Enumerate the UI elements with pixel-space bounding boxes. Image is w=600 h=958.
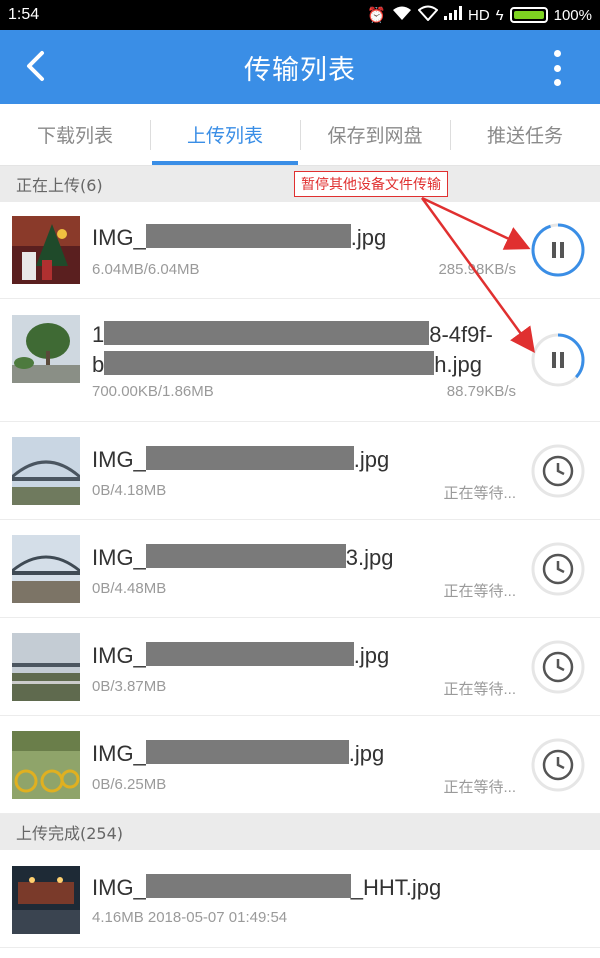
- upload-item[interactable]: IMG_ .jpg 0B/4.18MB 正在等待...: [0, 422, 600, 520]
- queued-button[interactable]: [530, 639, 586, 695]
- wifi-icon: [392, 5, 412, 25]
- file-name: IMG_ .jpg: [92, 642, 389, 669]
- redacted-text: [104, 321, 430, 345]
- file-name-start: IMG_: [92, 447, 146, 472]
- clock-icon: [531, 542, 585, 596]
- back-button[interactable]: [18, 46, 58, 86]
- app-bar: 传输列表: [0, 30, 600, 104]
- file-name-middle: 8-4f9f-: [429, 322, 493, 347]
- clock-icon: [531, 738, 585, 792]
- tab-save-to-cloud[interactable]: 保存到网盘: [300, 104, 450, 165]
- queued-button[interactable]: [530, 541, 586, 597]
- file-name-end: .jpg: [353, 447, 390, 472]
- file-size: 0B/6.25MB: [92, 776, 167, 793]
- file-name-start: IMG_: [92, 545, 146, 570]
- queued-button[interactable]: [530, 443, 586, 499]
- completed-item[interactable]: IMG_ _HHT.jpg 4.16MB 2018-05-07 01:49:54: [0, 850, 600, 948]
- transfer-speed: 285.98KB/s: [438, 261, 516, 278]
- charging-icon: ϟ: [495, 6, 504, 24]
- redacted-text: [145, 874, 351, 898]
- redacted-text: [104, 351, 435, 375]
- photo-thumbnail: [12, 535, 80, 603]
- upload-item[interactable]: 1 8-4f9f- b h.jpg 700.00KB/1.86MB 88.79KB/…: [0, 299, 600, 422]
- photo-thumbnail: [12, 866, 80, 934]
- file-name: IMG_ .jpg: [92, 224, 386, 251]
- file-name-line-2: b h.jpg: [92, 351, 482, 378]
- alarm-icon: ⏰: [367, 7, 386, 24]
- clock-icon: [531, 640, 585, 694]
- redacted-text: [145, 642, 354, 666]
- file-name-end: .jpg: [353, 643, 390, 668]
- file-name-end: _HHT.jpg: [350, 875, 442, 900]
- file-name-start: IMG_: [92, 875, 146, 900]
- more-dot-icon: [554, 50, 561, 57]
- file-size: 700.00KB/1.86MB: [92, 383, 214, 400]
- file-name-end: .jpg: [350, 225, 387, 250]
- photo-thumbnail: [12, 731, 80, 799]
- more-dot-icon: [554, 64, 561, 72]
- annotation-label: 暂停其他设备文件传输: [294, 171, 448, 197]
- transfer-status: 正在等待...: [443, 583, 516, 600]
- file-name-start: IMG_: [92, 225, 146, 250]
- status-time: 1:54: [8, 6, 40, 23]
- more-menu-button[interactable]: [554, 50, 564, 86]
- tab-upload-list[interactable]: 上传列表: [150, 104, 300, 165]
- pause-icon: [531, 223, 585, 277]
- file-name: 1 8-4f9f-: [92, 321, 493, 348]
- upload-item[interactable]: IMG_ .jpg 0B/6.25MB 正在等待...: [0, 716, 600, 814]
- file-size-and-date: 4.16MB 2018-05-07 01:49:54: [92, 909, 288, 926]
- upload-item[interactable]: IMG_ .jpg 0B/3.87MB 正在等待...: [0, 618, 600, 716]
- battery-icon: [509, 7, 548, 23]
- photo-thumbnail: [12, 315, 80, 383]
- transfer-speed: 88.79KB/s: [446, 383, 516, 400]
- file-size: 0B/3.87MB: [92, 678, 167, 695]
- network-type-label: HD: [468, 6, 490, 24]
- photo-thumbnail: [12, 437, 80, 505]
- file-name-end: h.jpg: [434, 352, 482, 377]
- file-name-line-2-start: b: [92, 352, 105, 377]
- file-size: 0B/4.18MB: [92, 482, 167, 499]
- tab-push-tasks[interactable]: 推送任务: [450, 104, 600, 165]
- file-name: IMG_ _HHT.jpg: [92, 874, 441, 901]
- file-name-end: .jpg: [348, 741, 385, 766]
- completed-section-header: 上传完成(254): [0, 814, 600, 850]
- transfer-status: 正在等待...: [443, 681, 516, 698]
- redacted-text: [145, 544, 346, 568]
- transfer-status: 正在等待...: [443, 779, 516, 796]
- pause-button[interactable]: [530, 222, 586, 278]
- status-bar: 1:54 ⏰ HD ϟ 100%: [0, 0, 600, 30]
- upload-item[interactable]: IMG_ 3.jpg 0B/4.48MB 正在等待...: [0, 520, 600, 618]
- file-name: IMG_ .jpg: [92, 740, 384, 767]
- status-icons: ⏰ HD ϟ 100%: [367, 5, 592, 25]
- pause-icon: [531, 333, 585, 387]
- upload-item[interactable]: IMG_ .jpg 6.04MB/6.04MB 285.98KB/s: [0, 202, 600, 299]
- page-title: 传输列表: [244, 54, 356, 86]
- signal-icon: [444, 6, 462, 24]
- transfer-status: 正在等待...: [443, 485, 516, 502]
- file-size: 6.04MB/6.04MB: [92, 261, 200, 278]
- pause-button[interactable]: [530, 332, 586, 388]
- tab-download-list[interactable]: 下载列表: [0, 104, 150, 165]
- photo-thumbnail: [12, 216, 80, 284]
- file-name-start: IMG_: [92, 643, 146, 668]
- redacted-text: [145, 224, 351, 248]
- redacted-text: [145, 446, 354, 470]
- battery-level: 100%: [553, 6, 592, 24]
- chevron-left-icon: [27, 51, 44, 81]
- hotspot-icon: [417, 5, 439, 25]
- redacted-text: [145, 740, 349, 764]
- photo-thumbnail: [12, 633, 80, 701]
- clock-icon: [531, 444, 585, 498]
- file-name-start: 1: [92, 322, 105, 347]
- file-name: IMG_ .jpg: [92, 446, 389, 473]
- tab-bar: 下载列表 上传列表 保存到网盘 推送任务: [0, 104, 600, 166]
- file-name-end: 3.jpg: [345, 545, 394, 570]
- file-name: IMG_ 3.jpg: [92, 544, 394, 571]
- queued-button[interactable]: [530, 737, 586, 793]
- file-size: 0B/4.48MB: [92, 580, 167, 597]
- file-name-start: IMG_: [92, 741, 146, 766]
- more-dot-icon: [554, 79, 561, 86]
